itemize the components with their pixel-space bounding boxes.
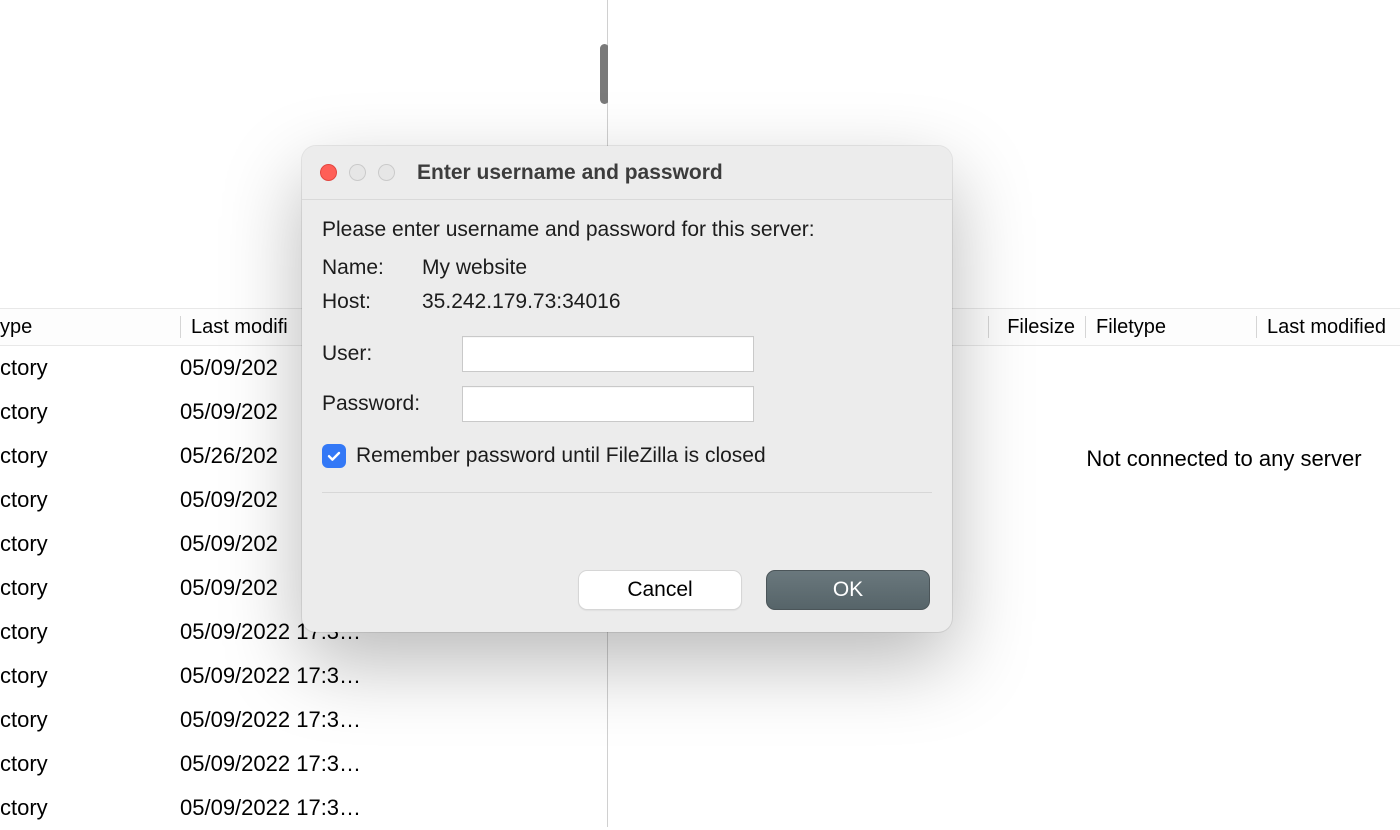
remember-label: Remember password until FileZilla is clo… [356, 444, 766, 468]
cancel-button[interactable]: Cancel [578, 570, 742, 610]
cell-filetype: ctory [0, 399, 180, 425]
password-label: Password: [322, 392, 462, 416]
dialog-prompt: Please enter username and password for t… [322, 218, 932, 242]
column-header-filetype[interactable]: Filetype [1096, 316, 1256, 339]
login-dialog: Enter username and password Please enter… [302, 146, 952, 632]
table-row[interactable]: ctory05/09/2022 17:3… [0, 742, 607, 786]
cell-filetype: ctory [0, 707, 180, 733]
cell-filetype: ctory [0, 663, 180, 689]
host-label: Host: [322, 290, 422, 314]
table-row[interactable]: ctory05/09/2022 17:3… [0, 654, 607, 698]
table-row[interactable]: ctory05/09/2022 17:3… [0, 698, 607, 742]
cell-filetype: ctory [0, 487, 180, 513]
table-row[interactable]: ctory05/09/2022 17:3… [0, 786, 607, 830]
user-label: User: [322, 342, 462, 366]
checkmark-icon [326, 448, 342, 464]
cell-filetype: ctory [0, 619, 180, 645]
cell-filetype: ctory [0, 531, 180, 557]
cell-filetype: ctory [0, 751, 180, 777]
name-label: Name: [322, 256, 422, 280]
cell-filetype: ctory [0, 575, 180, 601]
cell-last-modified: 05/09/2022 17:3… [180, 663, 607, 689]
cell-last-modified: 05/09/2022 17:3… [180, 795, 607, 821]
column-header-last-modified[interactable]: Last modified [1267, 316, 1400, 339]
column-header-filesize[interactable]: Filesize [999, 316, 1085, 339]
password-input[interactable] [462, 386, 754, 422]
user-input[interactable] [462, 336, 754, 372]
close-icon[interactable] [320, 164, 337, 181]
cell-filetype: ctory [0, 795, 180, 821]
name-value: My website [422, 256, 527, 280]
ok-button[interactable]: OK [766, 570, 930, 610]
cell-filetype: ctory [0, 355, 180, 381]
column-header-filetype[interactable]: ype [0, 316, 180, 339]
dialog-titlebar[interactable]: Enter username and password [302, 146, 952, 200]
maximize-icon [378, 164, 395, 181]
dialog-title: Enter username and password [417, 161, 723, 185]
cell-last-modified: 05/09/2022 17:3… [180, 707, 607, 733]
remember-checkbox[interactable] [322, 444, 346, 468]
host-value: 35.242.179.73:34016 [422, 290, 621, 314]
cell-filetype: ctory [0, 443, 180, 469]
cell-last-modified: 05/09/2022 17:3… [180, 751, 607, 777]
minimize-icon [349, 164, 366, 181]
